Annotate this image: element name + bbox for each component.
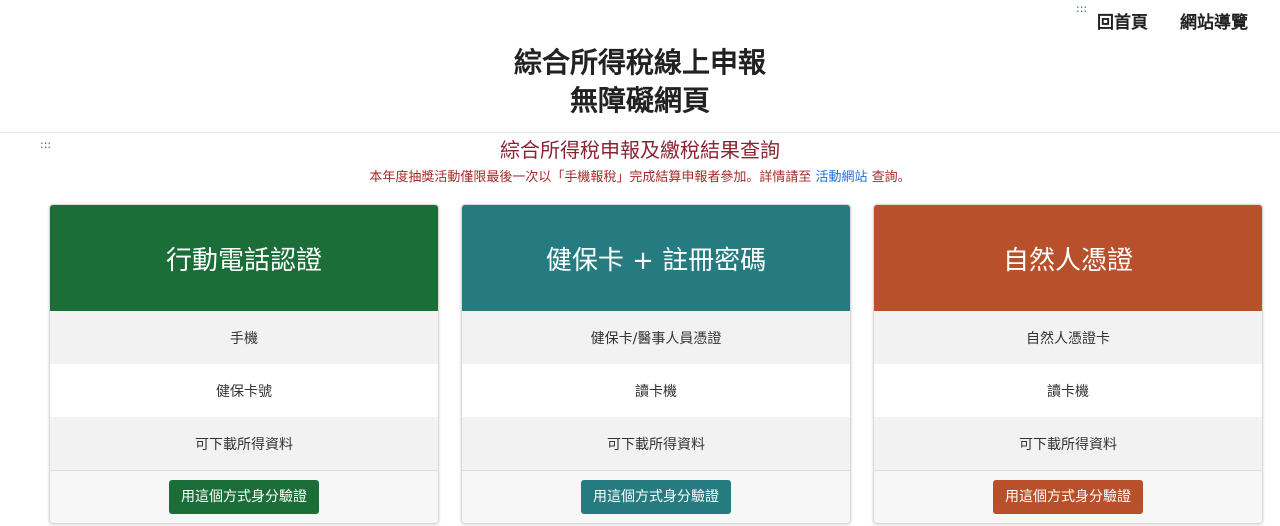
card-title: 自然人憑證 xyxy=(1002,245,1133,276)
card-healthcard-auth: 健保卡 + 註冊密碼 健保卡/醫事人員憑證 讀卡機 可下載所得資料 用這個方式身… xyxy=(461,204,851,524)
top-nav: 回首頁 網站導覽 xyxy=(1097,8,1248,33)
card-mobile-auth: 行動電話認證 手機 健保卡號 可下載所得資料 用這個方式身分驗證 xyxy=(49,204,439,524)
card-item: 可下載所得資料 xyxy=(462,417,850,470)
card-citizen-cert-auth: 自然人憑證 自然人憑證卡 讀卡機 可下載所得資料 用這個方式身分驗證 xyxy=(873,204,1263,524)
card-item: 手機 xyxy=(50,311,438,364)
card-title: 行動電話認證 xyxy=(165,245,322,276)
card-footer: 用這個方式身分驗證 xyxy=(874,470,1262,523)
verify-button[interactable]: 用這個方式身分驗證 xyxy=(169,480,319,514)
nav-sitemap-link[interactable]: 網站導覽 xyxy=(1180,8,1248,33)
notice-prefix: 本年度抽獎活動僅限最後一次以「手機報稅」完成結算申報者參加。詳情請至 xyxy=(369,170,812,185)
card-header: 自然人憑證 xyxy=(874,205,1262,311)
card-item: 可下載所得資料 xyxy=(874,417,1262,470)
site-title-line2: 無障礙網頁 xyxy=(569,84,710,117)
verify-button[interactable]: 用這個方式身分驗證 xyxy=(993,480,1143,514)
site-title: 綜合所得稅線上申報 無障礙網頁 xyxy=(0,44,1280,120)
card-item: 健保卡/醫事人員憑證 xyxy=(462,311,850,364)
card-footer: 用這個方式身分驗證 xyxy=(462,470,850,523)
card-footer: 用這個方式身分驗證 xyxy=(50,470,438,523)
nav-home-link[interactable]: 回首頁 xyxy=(1097,8,1148,33)
card-header: 行動電話認證 xyxy=(50,205,438,311)
card-item: 讀卡機 xyxy=(635,383,677,400)
notice-suffix: 查詢。 xyxy=(871,170,911,185)
card-item: 讀卡機 xyxy=(1047,383,1089,400)
card-header: 健保卡 + 註冊密碼 xyxy=(462,205,850,311)
card-item: 自然人憑證卡 xyxy=(874,311,1262,364)
skip-link-top[interactable]: ::: xyxy=(1076,3,1087,14)
card-title: 健保卡 + 註冊密碼 xyxy=(545,245,767,276)
verify-button[interactable]: 用這個方式身分驗證 xyxy=(581,480,731,514)
card-item: 可下載所得資料 xyxy=(50,417,438,470)
header-divider xyxy=(0,132,1280,133)
activity-site-link[interactable]: 活動網站 xyxy=(815,170,867,185)
card-item: 健保卡號 xyxy=(216,383,272,400)
site-title-line1: 綜合所得稅線上申報 xyxy=(513,46,766,79)
section-title: 綜合所得稅申報及繳稅結果查詢 xyxy=(500,138,780,162)
notice-text: 本年度抽獎活動僅限最後一次以「手機報稅」完成結算申報者參加。詳情請至 活動網站 … xyxy=(0,169,1280,187)
